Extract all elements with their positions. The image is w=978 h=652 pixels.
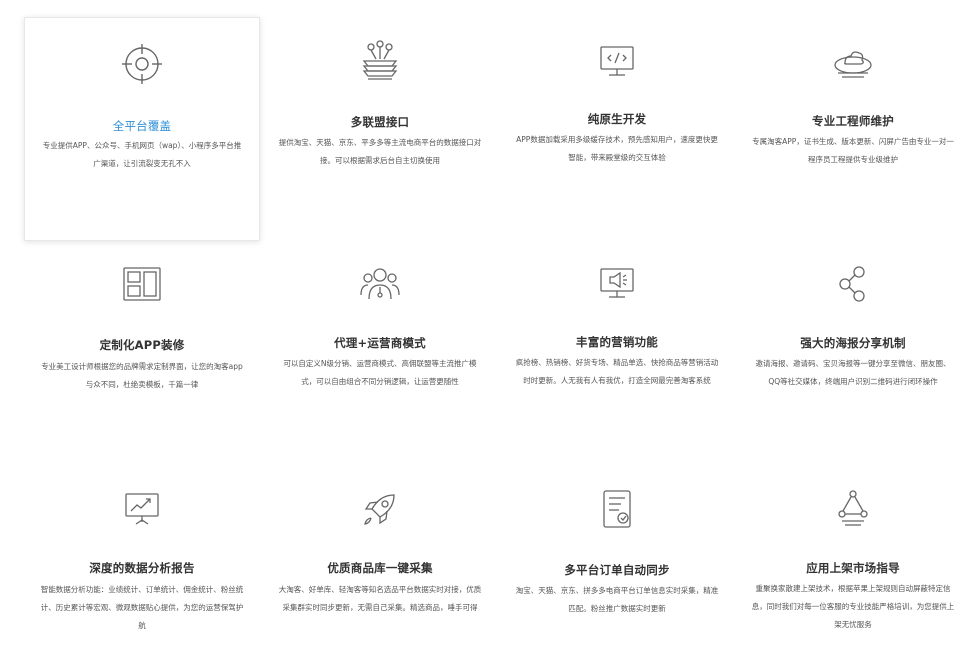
feature-title: 丰富的营销功能 [576,335,658,349]
feature-card-agent-mode[interactable]: 代理+运营商模式 可以自定义N级分销、运营商模式、高佣联盟等主流推广模式，可以自… [262,247,498,447]
feature-title: 深度的数据分析报告 [89,561,195,575]
feature-description: 专属淘客APP，证书生成、版本更新、闪屏广告由专业一对一程序员工程提供专业级维护 [752,137,954,164]
feature-card-multi-union[interactable]: 多联盟接口 提供淘宝、天猫、京东、平多多等主流电商平台的数据接口对接。可以根据需… [262,17,498,241]
feature-description: 提供淘宝、天猫、京东、平多多等主流电商平台的数据接口对接。可以根据需求后台自主切… [278,138,482,165]
target-icon [120,42,164,86]
feature-title: 全平台覆盖 [112,119,172,133]
feature-title: 纯原生开发 [587,112,647,126]
megaphone-monitor-icon [595,261,639,305]
feature-description: 可以自定义N级分销、运营商模式、高佣联盟等主流推广模式，可以自由组合不同分销逻辑… [283,359,477,386]
multi-link-icon [358,39,402,83]
layout-icon [120,262,164,306]
feature-card-order-sync[interactable]: 多平台订单自动同步 淘宝、天猫、京东、拼多多电商平台订单信息实时采集，精准匹配。… [499,480,735,652]
feature-card-market-guide[interactable]: 应用上架市场指导 重聚换家散建上架技术，根据苹果上架规则自动屏蔽特定信息，同时我… [735,480,971,652]
feature-card-marketing[interactable]: 丰富的营销功能 疯抢榜、热销榜、好货专场、精品单选、快抢商品等营销活动时时更新。… [499,247,735,447]
feature-title: 代理+运营商模式 [334,336,426,350]
feature-description: 专业美工设计师根据您的品牌需求定制界面，让您的淘客app与众不同，杜绝卖模板，千… [41,362,243,389]
feature-description: 大淘客、好单库、轻淘客等知名选品平台数据实时对接，优质采集群实时同步更新，无需自… [278,585,482,612]
network-triangle-icon [831,487,875,531]
feature-title: 强大的海报分享机制 [800,336,906,350]
feature-description: 专业提供APP、公众号、手机网页（wap）、小程序多平台推广渠道，让引流裂变无孔… [42,141,242,168]
feature-description: 邀请海报、邀请码、宝贝海报等一键分享至微信、朋友圈、QQ等社交媒体，终端用户识别… [755,359,951,386]
feature-card-engineer-maintain[interactable]: 专业工程师维护 专属淘客APP，证书生成、版本更新、闪屏广告由专业一对一程序员工… [735,17,971,241]
cloud-icon [831,39,875,83]
analytics-board-icon [120,486,164,530]
feature-card-poster-share[interactable]: 强大的海报分享机制 邀请海报、邀请码、宝贝海报等一键分享至微信、朋友圈、QQ等社… [735,247,971,447]
feature-description: 疯抢榜、热销榜、好货专场、精品单选、快抢商品等营销活动时时更新。人无我有人有我优… [515,358,719,385]
feature-description: 淘宝、天猫、京东、拼多多电商平台订单信息实时采集，精准匹配。粉丝推广数据实时更新 [515,586,719,613]
feature-card-data-report[interactable]: 深度的数据分析报告 智能数据分析功能：业绩统计、订单统计、佣金统计、粉丝统计、历… [24,480,260,652]
feature-title: 多联盟接口 [350,115,410,129]
feature-description: 重聚换家散建上架技术，根据苹果上架规则自动屏蔽特定信息，同时我们对每一位客服的专… [751,584,955,629]
feature-card-native-dev[interactable]: 纯原生开发 APP数据加载采用多级缓存技术，预先感知用户，速度更快更智能，带来殿… [499,17,735,241]
feature-card-custom-app[interactable]: 定制化APP装修 专业美工设计师根据您的品牌需求定制界面，让您的淘客app与众不… [24,247,260,447]
feature-title: 多平台订单自动同步 [564,563,670,577]
feature-title: 专业工程师维护 [812,114,894,128]
rocket-icon [358,487,402,531]
agent-group-icon [358,261,402,305]
feature-description: 智能数据分析功能：业绩统计、订单统计、佣金统计、粉丝统计、历史累计等宏观、微观数… [40,585,244,630]
feature-card-product-collect[interactable]: 优质商品库一键采集 大淘客、好单库、轻淘客等知名选品平台数据实时对接，优质采集群… [262,480,498,652]
feature-card-all-platform[interactable]: 全平台覆盖 专业提供APP、公众号、手机网页（wap）、小程序多平台推广渠道，让… [24,17,260,241]
feature-title: 定制化APP装修 [99,338,185,352]
feature-title: 优质商品库一键采集 [327,561,433,575]
feature-title: 应用上架市场指导 [806,561,900,575]
feature-description: APP数据加载采用多级缓存技术，预先感知用户，速度更快更智能，带来殿堂级的交互体… [516,135,718,162]
share-icon [831,262,875,306]
order-sync-icon [595,487,639,531]
code-monitor-icon [595,39,639,83]
